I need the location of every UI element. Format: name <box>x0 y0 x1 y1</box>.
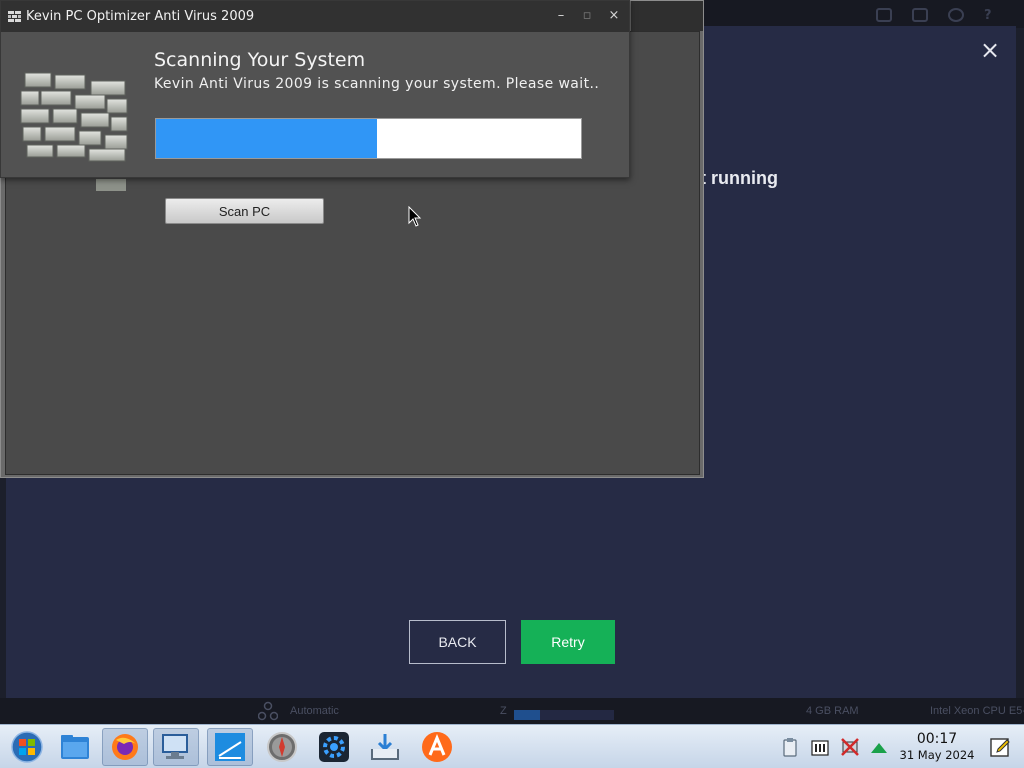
scan-pc-button[interactable]: Scan PC <box>165 198 324 224</box>
drive-usage-bar <box>514 710 614 720</box>
taskbar-file-manager[interactable] <box>52 728 98 766</box>
firewall-small-icon <box>8 11 21 22</box>
maximize-button[interactable]: ▫ <box>579 8 595 24</box>
compass-icon <box>267 732 297 762</box>
taskbar-settings[interactable] <box>311 728 357 766</box>
status-text: t running <box>700 168 778 188</box>
ram-label: 4 GB RAM <box>806 705 859 717</box>
close-icon[interactable]: × <box>978 36 1002 64</box>
retry-button[interactable]: Retry <box>521 620 615 664</box>
scanning-dialog: Kevin PC Optimizer Anti Virus 2009 – ▫ ×… <box>0 0 630 178</box>
taskbar <box>0 724 1024 768</box>
download-tray-icon <box>371 734 399 760</box>
file-manager-icon <box>61 735 89 759</box>
settings-gear-icon <box>319 732 349 762</box>
network-nodes-icon <box>258 701 278 721</box>
scan-message: Kevin Anti Virus 2009 is scanning your s… <box>154 76 600 92</box>
taskbar-firefox[interactable] <box>102 728 148 766</box>
firewall-icon <box>20 72 128 162</box>
taskbar-compass[interactable] <box>259 728 305 766</box>
notes-icon[interactable] <box>988 735 1012 759</box>
clipboard-icon[interactable] <box>780 737 800 757</box>
firewall-icon-partial <box>96 179 126 191</box>
battery-icon[interactable] <box>810 737 830 757</box>
scan-progress-bar <box>155 118 582 159</box>
back-button[interactable]: BACK <box>409 620 506 664</box>
dialog-title: Kevin PC Optimizer Anti Virus 2009 <box>26 9 255 24</box>
firefox-icon <box>112 734 138 760</box>
dialog-titlebar[interactable]: Kevin PC Optimizer Anti Virus 2009 – ▫ × <box>1 1 629 32</box>
upload-arrow-icon[interactable] <box>869 737 889 757</box>
dialog-close-button[interactable]: × <box>606 8 622 24</box>
taskbar-computer[interactable] <box>153 728 199 766</box>
main-window-titlebar <box>631 1 703 31</box>
avast-icon <box>422 732 452 762</box>
window-icon[interactable] <box>876 8 892 22</box>
start-orb-icon <box>11 731 43 763</box>
start-orb-button[interactable] <box>4 728 50 766</box>
taskbar-avast[interactable] <box>414 728 460 766</box>
cpu-label: Intel Xeon CPU E5- <box>930 705 1024 717</box>
clock-time[interactable]: 00:17 <box>895 731 979 747</box>
terminal-icon <box>215 733 245 761</box>
drive-label: Z <box>500 705 507 717</box>
minimize-button[interactable]: – <box>553 8 569 24</box>
clock-date[interactable]: 31 May 2024 <box>890 748 984 762</box>
taskbar-download[interactable] <box>362 728 408 766</box>
computer-icon <box>162 734 188 759</box>
mouse-cursor-icon <box>408 206 422 227</box>
scan-heading: Scanning Your System <box>154 49 366 71</box>
help-icon[interactable]: ? <box>984 8 1000 23</box>
mode-label: Automatic <box>290 705 339 717</box>
network-disconnected-icon[interactable] <box>840 737 860 757</box>
background-app-status-strip: Automatic Z 4 GB RAM Intel Xeon CPU E5- <box>0 698 1024 724</box>
gear-icon[interactable] <box>948 8 964 22</box>
background-app-toolbar: ? <box>700 0 1024 28</box>
chart-icon[interactable] <box>912 8 928 22</box>
scan-progress-fill <box>156 119 377 158</box>
taskbar-terminal[interactable] <box>207 728 253 766</box>
